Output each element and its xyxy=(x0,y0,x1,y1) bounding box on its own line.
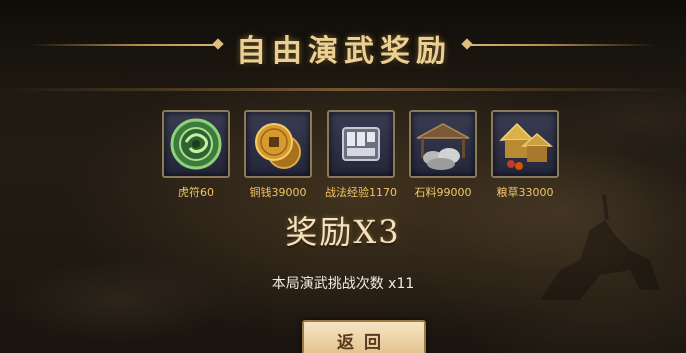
tactic-experience-icon xyxy=(342,127,380,161)
reward-screen: 自由演武奖励 虎符60 铜钱39000 战法经验1170 石料99000 粮草3… xyxy=(0,0,686,353)
reward-item-tiger-tally[interactable]: 虎符60 xyxy=(151,110,241,200)
tiger-tally-icon xyxy=(170,118,222,170)
copper-coin-icon xyxy=(255,123,301,169)
challenge-count-text: 本局演武挑战次数 x11 xyxy=(271,276,415,292)
reward-label: 粮草33000 xyxy=(496,186,554,199)
reward-slot xyxy=(409,110,477,178)
title-ornament-left xyxy=(30,44,215,46)
reward-item-stone-material[interactable]: 石料99000 xyxy=(398,110,488,200)
reward-item-tactic-experience[interactable]: 战法经验1170 xyxy=(316,110,406,200)
page-title: 自由演武奖励 xyxy=(236,34,452,69)
reward-slot xyxy=(327,110,395,178)
reward-label: 虎符60 xyxy=(178,186,214,199)
reward-slot xyxy=(244,110,312,178)
title-divider xyxy=(0,88,686,91)
grain-supply-icon xyxy=(499,122,554,170)
stone-material-icon xyxy=(416,123,470,170)
reward-label: 铜钱39000 xyxy=(249,186,307,199)
reward-slot xyxy=(491,110,559,178)
back-button-label: 返回 xyxy=(337,333,391,353)
reward-label: 石料99000 xyxy=(414,186,472,199)
reward-multiplier: 奖励X3 xyxy=(285,213,401,251)
reward-item-grain-supply[interactable]: 粮草33000 xyxy=(480,110,570,200)
title-ornament-right xyxy=(470,44,655,46)
reward-label: 战法经验1170 xyxy=(325,186,397,199)
reward-slot xyxy=(162,110,230,178)
back-button[interactable]: 返回 xyxy=(302,320,426,353)
cavalry-silhouette-icon xyxy=(540,195,660,300)
reward-item-copper-coin[interactable]: 铜钱39000 xyxy=(233,110,323,200)
